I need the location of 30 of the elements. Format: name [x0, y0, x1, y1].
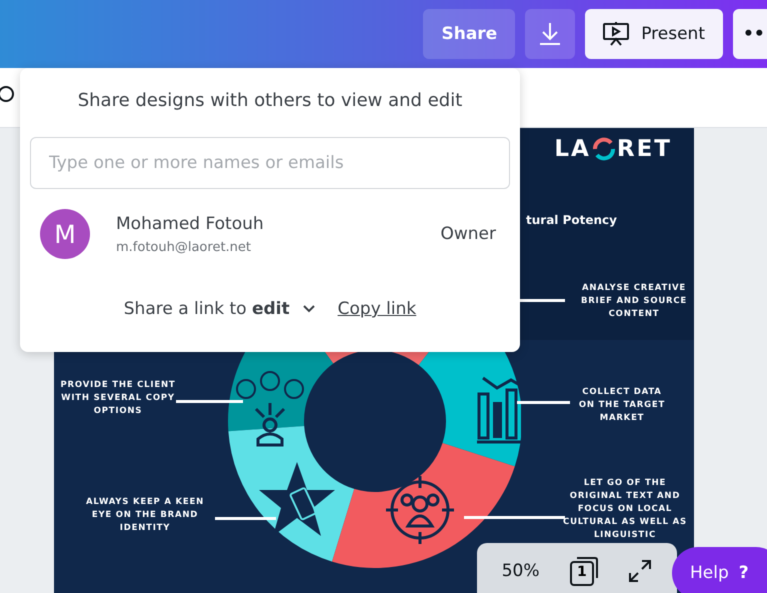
bar-chart-icon: [476, 376, 525, 444]
more-button[interactable]: ••: [733, 9, 767, 59]
popover-title: Share designs with others to view and edit: [78, 90, 462, 111]
ring-icon[interactable]: [0, 84, 15, 102]
download-icon: [539, 22, 562, 46]
design-title: tural Potency: [526, 213, 617, 227]
presentation-icon: [603, 21, 630, 47]
chevron-down-icon[interactable]: [302, 304, 316, 314]
present-button[interactable]: Present: [585, 9, 723, 59]
link-permission-text[interactable]: Share a link to edit: [124, 299, 290, 319]
step-label: COLLECT DATA ON THE TARGET MARKET: [578, 386, 666, 425]
member-name: Mohamed Fotouh: [116, 214, 265, 234]
company-logo: LA RET: [554, 136, 672, 162]
step-label: ALWAYS KEEP A KEEN EYE ON THE BRAND IDENTITY: [85, 496, 205, 535]
step-label: PROVIDE THE CLIENT WITH SEVERAL COPY OPTIONS: [60, 379, 176, 418]
email-input-field[interactable]: Type one or more names or emails: [30, 137, 510, 189]
help-button[interactable]: Help ?: [672, 547, 767, 593]
step-label: ANALYSE CREATIVE BRIEF AND SOURCE CONTENT: [580, 282, 688, 321]
copy-link[interactable]: Copy link: [338, 299, 416, 319]
member-email: m.fotouh@laoret.net: [116, 240, 252, 254]
download-button[interactable]: [525, 9, 576, 59]
group-target-icon: [384, 474, 456, 546]
step-label: LET GO OF THE ORIGINAL TEXT AND FOCUS ON LOCAL CULTURAL AS WELL AS LINGUISTIC: [562, 477, 688, 542]
member-role: Owner: [440, 224, 496, 244]
fullscreen-icon[interactable]: [628, 559, 652, 583]
zoom-level[interactable]: 50%: [502, 561, 540, 581]
feedback-faces-icon: [236, 371, 304, 446]
avatar: M: [40, 209, 90, 259]
share-button[interactable]: Share: [423, 9, 516, 59]
star-tag-icon: [259, 462, 335, 536]
